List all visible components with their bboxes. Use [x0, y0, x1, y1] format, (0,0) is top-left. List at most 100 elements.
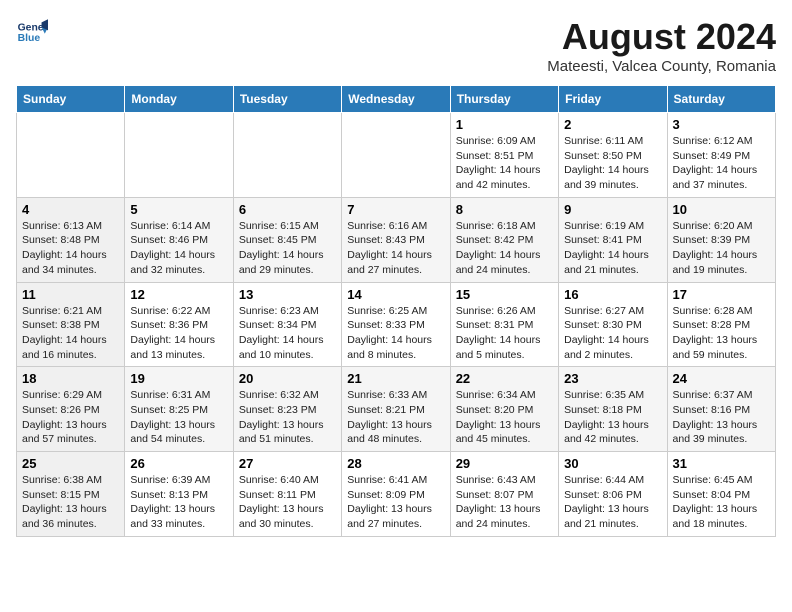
- day-number: 8: [456, 202, 553, 217]
- day-info: Sunrise: 6:23 AM Sunset: 8:34 PM Dayligh…: [239, 304, 336, 363]
- day-number: 18: [22, 371, 119, 386]
- calendar-cell: 12 Sunrise: 6:22 AM Sunset: 8:36 PM Dayli…: [125, 282, 233, 367]
- day-number: 20: [239, 371, 336, 386]
- day-header-thursday: Thursday: [450, 86, 558, 113]
- day-info: Sunrise: 6:31 AM Sunset: 8:25 PM Dayligh…: [130, 388, 227, 447]
- day-info: Sunrise: 6:12 AM Sunset: 8:49 PM Dayligh…: [673, 134, 770, 193]
- day-info: Sunrise: 6:38 AM Sunset: 8:15 PM Dayligh…: [22, 473, 119, 532]
- day-number: 31: [673, 456, 770, 471]
- calendar-cell: 7 Sunrise: 6:16 AM Sunset: 8:43 PM Daylig…: [342, 197, 450, 282]
- calendar-week-row: 4 Sunrise: 6:13 AM Sunset: 8:48 PM Daylig…: [17, 197, 776, 282]
- day-info: Sunrise: 6:32 AM Sunset: 8:23 PM Dayligh…: [239, 388, 336, 447]
- day-number: 2: [564, 117, 661, 132]
- day-number: 5: [130, 202, 227, 217]
- calendar-cell: [17, 113, 125, 198]
- day-number: 22: [456, 371, 553, 386]
- calendar-cell: 8 Sunrise: 6:18 AM Sunset: 8:42 PM Daylig…: [450, 197, 558, 282]
- calendar-cell: 31 Sunrise: 6:45 AM Sunset: 8:04 PM Dayli…: [667, 452, 775, 537]
- calendar-cell: 24 Sunrise: 6:37 AM Sunset: 8:16 PM Dayli…: [667, 367, 775, 452]
- page-header: General Blue August 2024 Mateesti, Valce…: [16, 16, 776, 75]
- day-info: Sunrise: 6:45 AM Sunset: 8:04 PM Dayligh…: [673, 473, 770, 532]
- calendar-table: SundayMondayTuesdayWednesdayThursdayFrid…: [16, 85, 776, 537]
- calendar-cell: 5 Sunrise: 6:14 AM Sunset: 8:46 PM Daylig…: [125, 197, 233, 282]
- svg-text:Blue: Blue: [18, 33, 41, 44]
- day-number: 13: [239, 287, 336, 302]
- day-info: Sunrise: 6:44 AM Sunset: 8:06 PM Dayligh…: [564, 473, 661, 532]
- day-header-sunday: Sunday: [17, 86, 125, 113]
- calendar-cell: 21Sunrise: 6:33 AM Sunset: 8:21 PM Dayli…: [342, 367, 450, 452]
- logo: General Blue: [16, 16, 48, 48]
- day-info: Sunrise: 6:37 AM Sunset: 8:16 PM Dayligh…: [673, 388, 770, 447]
- calendar-cell: 1 Sunrise: 6:09 AM Sunset: 8:51 PM Daylig…: [450, 113, 558, 198]
- day-number: 3: [673, 117, 770, 132]
- day-number: 12: [130, 287, 227, 302]
- calendar-cell: 17 Sunrise: 6:28 AM Sunset: 8:28 PM Dayli…: [667, 282, 775, 367]
- calendar-cell: 4 Sunrise: 6:13 AM Sunset: 8:48 PM Daylig…: [17, 197, 125, 282]
- calendar-cell: 22Sunrise: 6:34 AM Sunset: 8:20 PM Dayli…: [450, 367, 558, 452]
- day-header-monday: Monday: [125, 86, 233, 113]
- day-info: Sunrise: 6:43 AM Sunset: 8:07 PM Dayligh…: [456, 473, 553, 532]
- day-info: Sunrise: 6:39 AM Sunset: 8:13 PM Dayligh…: [130, 473, 227, 532]
- day-number: 16: [564, 287, 661, 302]
- calendar-cell: 14 Sunrise: 6:25 AM Sunset: 8:33 PM Dayli…: [342, 282, 450, 367]
- day-header-wednesday: Wednesday: [342, 86, 450, 113]
- calendar-week-row: 25 Sunrise: 6:38 AM Sunset: 8:15 PM Dayli…: [17, 452, 776, 537]
- day-info: Sunrise: 6:15 AM Sunset: 8:45 PM Dayligh…: [239, 219, 336, 278]
- day-number: 7: [347, 202, 444, 217]
- day-number: 28: [347, 456, 444, 471]
- calendar-cell: 11 Sunrise: 6:21 AM Sunset: 8:38 PM Dayli…: [17, 282, 125, 367]
- calendar-cell: 2 Sunrise: 6:11 AM Sunset: 8:50 PM Daylig…: [559, 113, 667, 198]
- day-info: Sunrise: 6:35 AM Sunset: 8:18 PM Dayligh…: [564, 388, 661, 447]
- calendar-week-row: 1 Sunrise: 6:09 AM Sunset: 8:51 PM Daylig…: [17, 113, 776, 198]
- calendar-cell: 26Sunrise: 6:39 AM Sunset: 8:13 PM Dayli…: [125, 452, 233, 537]
- calendar-week-row: 11 Sunrise: 6:21 AM Sunset: 8:38 PM Dayli…: [17, 282, 776, 367]
- calendar-cell: [342, 113, 450, 198]
- day-info: Sunrise: 6:11 AM Sunset: 8:50 PM Dayligh…: [564, 134, 661, 193]
- calendar-cell: 20 Sunrise: 6:32 AM Sunset: 8:23 PM Dayli…: [233, 367, 341, 452]
- day-info: Sunrise: 6:27 AM Sunset: 8:30 PM Dayligh…: [564, 304, 661, 363]
- calendar-cell: 6 Sunrise: 6:15 AM Sunset: 8:45 PM Daylig…: [233, 197, 341, 282]
- calendar-header-row: SundayMondayTuesdayWednesdayThursdayFrid…: [17, 86, 776, 113]
- day-info: Sunrise: 6:25 AM Sunset: 8:33 PM Dayligh…: [347, 304, 444, 363]
- logo-icon: General Blue: [16, 16, 48, 48]
- day-number: 10: [673, 202, 770, 217]
- day-info: Sunrise: 6:18 AM Sunset: 8:42 PM Dayligh…: [456, 219, 553, 278]
- day-number: 11: [22, 287, 119, 302]
- day-number: 9: [564, 202, 661, 217]
- day-number: 17: [673, 287, 770, 302]
- day-info: Sunrise: 6:19 AM Sunset: 8:41 PM Dayligh…: [564, 219, 661, 278]
- calendar-cell: 18 Sunrise: 6:29 AM Sunset: 8:26 PM Dayli…: [17, 367, 125, 452]
- day-info: Sunrise: 6:16 AM Sunset: 8:43 PM Dayligh…: [347, 219, 444, 278]
- day-number: 19: [130, 371, 227, 386]
- day-info: Sunrise: 6:14 AM Sunset: 8:46 PM Dayligh…: [130, 219, 227, 278]
- day-number: 14: [347, 287, 444, 302]
- day-header-friday: Friday: [559, 86, 667, 113]
- day-info: Sunrise: 6:26 AM Sunset: 8:31 PM Dayligh…: [456, 304, 553, 363]
- day-number: 30: [564, 456, 661, 471]
- day-info: Sunrise: 6:28 AM Sunset: 8:28 PM Dayligh…: [673, 304, 770, 363]
- location-subtitle: Mateesti, Valcea County, Romania: [547, 58, 776, 75]
- day-number: 24: [673, 371, 770, 386]
- day-info: Sunrise: 6:21 AM Sunset: 8:38 PM Dayligh…: [22, 304, 119, 363]
- day-info: Sunrise: 6:22 AM Sunset: 8:36 PM Dayligh…: [130, 304, 227, 363]
- day-info: Sunrise: 6:09 AM Sunset: 8:51 PM Dayligh…: [456, 134, 553, 193]
- calendar-cell: 16 Sunrise: 6:27 AM Sunset: 8:30 PM Dayli…: [559, 282, 667, 367]
- calendar-cell: [233, 113, 341, 198]
- calendar-week-row: 18 Sunrise: 6:29 AM Sunset: 8:26 PM Dayli…: [17, 367, 776, 452]
- calendar-cell: 28Sunrise: 6:41 AM Sunset: 8:09 PM Dayli…: [342, 452, 450, 537]
- calendar-cell: 27Sunrise: 6:40 AM Sunset: 8:11 PM Dayli…: [233, 452, 341, 537]
- day-number: 25: [22, 456, 119, 471]
- day-number: 23: [564, 371, 661, 386]
- calendar-cell: 3 Sunrise: 6:12 AM Sunset: 8:49 PM Daylig…: [667, 113, 775, 198]
- day-number: 6: [239, 202, 336, 217]
- day-number: 1: [456, 117, 553, 132]
- calendar-cell: 9 Sunrise: 6:19 AM Sunset: 8:41 PM Daylig…: [559, 197, 667, 282]
- day-number: 4: [22, 202, 119, 217]
- calendar-cell: 23 Sunrise: 6:35 AM Sunset: 8:18 PM Dayli…: [559, 367, 667, 452]
- day-info: Sunrise: 6:13 AM Sunset: 8:48 PM Dayligh…: [22, 219, 119, 278]
- day-number: 21: [347, 371, 444, 386]
- calendar-cell: 29Sunrise: 6:43 AM Sunset: 8:07 PM Dayli…: [450, 452, 558, 537]
- day-info: Sunrise: 6:29 AM Sunset: 8:26 PM Dayligh…: [22, 388, 119, 447]
- day-header-saturday: Saturday: [667, 86, 775, 113]
- calendar-cell: 13 Sunrise: 6:23 AM Sunset: 8:34 PM Dayli…: [233, 282, 341, 367]
